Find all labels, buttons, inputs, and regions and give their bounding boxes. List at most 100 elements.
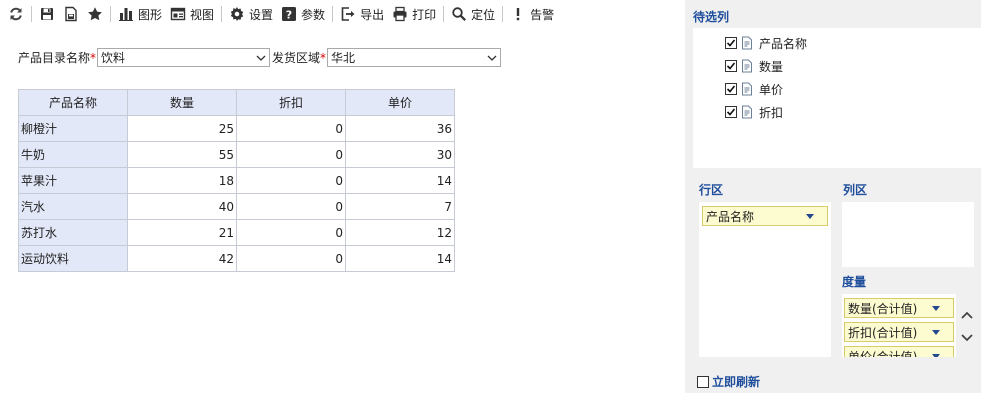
check-icon xyxy=(726,108,736,116)
settings-button[interactable]: 设置 xyxy=(225,3,277,25)
catalog-filter-label: 产品目录名称 xyxy=(18,51,91,65)
column-header-quantity[interactable]: 数量 xyxy=(127,89,237,116)
region-select[interactable]: 华北 xyxy=(327,48,502,67)
table-row: 牛奶 55 0 30 xyxy=(18,141,455,168)
parameters-button[interactable]: ? 参数 xyxy=(277,3,329,25)
region-select-value: 华北 xyxy=(331,51,356,65)
measure-label: 折扣(合计值) xyxy=(848,325,918,340)
measure-chip[interactable]: 折扣(合计值) xyxy=(844,322,954,342)
document-icon xyxy=(742,36,752,50)
measure-chip[interactable]: 单价(合计值) xyxy=(844,346,954,357)
chart-button[interactable]: 图形 xyxy=(114,3,166,25)
scroll-up-icon[interactable] xyxy=(960,310,974,320)
field-panel: 待选列 产品名称 数量 单价 折扣 行区 列区 产品名称 度量 数量(合计值) … xyxy=(685,0,981,393)
price-cell: 36 xyxy=(345,115,455,142)
document-save-icon xyxy=(65,6,77,22)
instant-refresh-label: 立即刷新 xyxy=(712,375,761,389)
row-field-chip[interactable]: 产品名称 xyxy=(702,206,828,226)
checkbox[interactable] xyxy=(725,106,737,118)
caret-down-icon xyxy=(932,306,940,311)
candidate-column-item[interactable]: 单价 xyxy=(725,81,783,97)
column-zone[interactable] xyxy=(842,202,974,267)
quantity-cell: 18 xyxy=(127,167,237,194)
save-button[interactable] xyxy=(35,3,59,25)
table-header-row: 产品名称 数量 折扣 单价 xyxy=(18,89,455,116)
data-table: 产品名称 数量 折扣 单价 柳橙汁 25 0 36 牛奶 55 0 30 苹果汁… xyxy=(18,89,455,272)
favorite-button[interactable] xyxy=(83,3,107,25)
column-header-discount[interactable]: 折扣 xyxy=(236,89,346,116)
measure-chip[interactable]: 数量(合计值) xyxy=(844,298,954,318)
price-cell: 12 xyxy=(345,219,455,246)
locate-button[interactable]: 定位 xyxy=(447,3,499,25)
document-icon xyxy=(742,59,752,73)
checkbox[interactable] xyxy=(725,60,737,72)
table-row: 苏打水 21 0 12 xyxy=(18,219,455,246)
quantity-cell: 25 xyxy=(127,115,237,142)
scroll-down-icon[interactable] xyxy=(960,333,974,343)
quantity-cell: 21 xyxy=(127,219,237,246)
table-row: 苹果汁 18 0 14 xyxy=(18,167,455,194)
checkbox[interactable] xyxy=(725,83,737,95)
toolbar-divider xyxy=(332,6,334,22)
price-cell: 14 xyxy=(345,245,455,272)
report-page: 图形 视图 设置 ? 参数 导出 打印 定位 告警 产品目录名称 * 饮料 发货… xyxy=(0,0,981,393)
price-cell: 30 xyxy=(345,141,455,168)
discount-cell: 0 xyxy=(236,245,346,272)
row-field-label: 产品名称 xyxy=(706,209,755,224)
required-marker: * xyxy=(320,50,327,65)
row-header-cell: 汽水 xyxy=(18,193,128,220)
quantity-cell: 40 xyxy=(127,193,237,220)
export-button[interactable]: 导出 xyxy=(336,3,388,25)
row-zone[interactable]: 产品名称 xyxy=(699,202,831,357)
parameters-label: 参数 xyxy=(301,7,326,22)
view-button[interactable]: 视图 xyxy=(166,3,218,25)
row-header-cell: 牛奶 xyxy=(18,141,128,168)
alert-button[interactable]: 告警 xyxy=(506,3,558,25)
bar-chart-icon xyxy=(119,8,133,21)
print-label: 打印 xyxy=(412,7,437,22)
row-header-cell: 柳橙汁 xyxy=(18,115,128,142)
alert-label: 告警 xyxy=(530,7,555,22)
row-header-cell: 运动饮料 xyxy=(18,245,128,272)
print-button[interactable]: 打印 xyxy=(388,3,440,25)
toolbar: 图形 视图 设置 ? 参数 导出 打印 定位 告警 xyxy=(0,0,690,28)
candidate-column-item[interactable]: 折扣 xyxy=(725,104,783,120)
help-icon: ? xyxy=(282,7,297,22)
instant-refresh-toggle[interactable]: 立即刷新 xyxy=(697,373,760,390)
refresh-button[interactable] xyxy=(4,3,28,25)
view-icon xyxy=(170,7,186,21)
export-icon xyxy=(341,7,355,21)
discount-cell: 0 xyxy=(236,141,346,168)
chevron-down-icon xyxy=(256,55,266,61)
candidate-column-item[interactable]: 数量 xyxy=(725,58,783,74)
candidate-column-label: 单价 xyxy=(759,82,784,97)
table-row: 柳橙汁 25 0 36 xyxy=(18,115,455,142)
catalog-select[interactable]: 饮料 xyxy=(97,48,271,67)
printer-icon xyxy=(393,6,407,22)
chart-label: 图形 xyxy=(138,7,163,22)
toolbar-divider xyxy=(110,6,111,22)
caret-down-icon xyxy=(932,354,940,357)
check-icon xyxy=(726,39,736,47)
row-zone-title: 行区 xyxy=(699,183,724,197)
quantity-cell: 55 xyxy=(127,141,237,168)
row-header-cell: 苏打水 xyxy=(18,219,128,246)
measures-title: 度量 xyxy=(842,275,867,289)
measures-zone[interactable]: 数量(合计值) 折扣(合计值) 单价(合计值) xyxy=(842,294,956,357)
exclamation-icon xyxy=(516,8,520,21)
row-header-cell: 苹果汁 xyxy=(18,167,128,194)
caret-down-icon xyxy=(806,214,814,219)
column-header-price[interactable]: 单价 xyxy=(345,89,455,116)
candidate-column-item[interactable]: 产品名称 xyxy=(725,35,807,51)
column-header-product[interactable]: 产品名称 xyxy=(18,89,128,116)
discount-cell: 0 xyxy=(236,167,346,194)
settings-label: 设置 xyxy=(249,7,274,22)
checkbox[interactable] xyxy=(725,37,737,49)
table-row: 运动饮料 42 0 14 xyxy=(18,245,455,272)
star-icon xyxy=(88,7,102,21)
refresh-icon xyxy=(10,7,22,21)
required-marker: * xyxy=(90,50,97,65)
save-as-button[interactable] xyxy=(59,3,83,25)
column-zone-title: 列区 xyxy=(843,183,868,197)
checkbox[interactable] xyxy=(697,375,709,388)
